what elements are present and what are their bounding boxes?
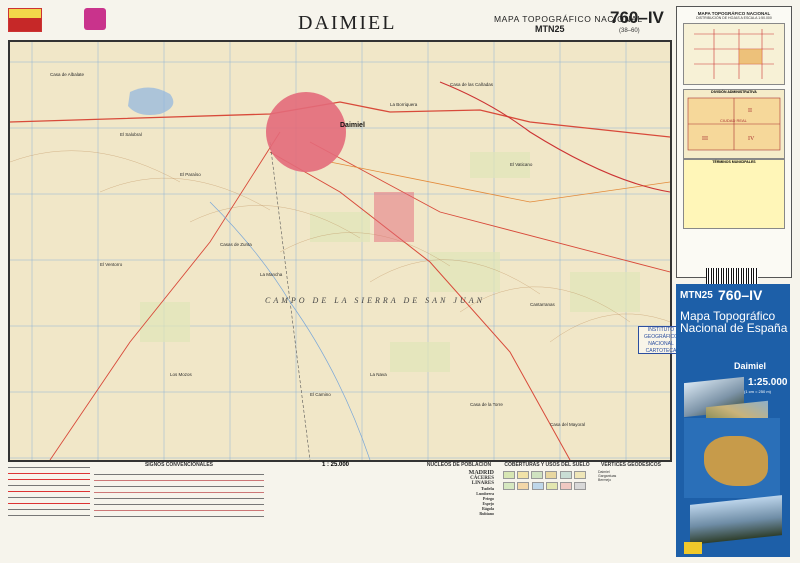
map-legend: SIGNOS CONVENCIONALES 1 : 25.000 NÚCLEOS… <box>8 462 668 558</box>
legend-signs: SIGNOS CONVENCIONALES <box>94 462 264 552</box>
cover-panel: MTN25 760–IV Mapa Topográfico Nacional d… <box>676 284 790 557</box>
field-patch <box>140 302 190 342</box>
place-label: Casas de Zurita <box>220 242 252 247</box>
index-panel: MAPA TOPOGRÁFICO NACIONAL DISTRIBUCIÓN D… <box>676 6 792 278</box>
field-patch <box>390 342 450 372</box>
place-label: Los Mozos <box>170 372 192 377</box>
legend-roads <box>8 462 90 552</box>
field-patch <box>430 252 500 292</box>
map-canvas <box>10 42 670 460</box>
index-subtitle: DISTRIBUCIÓN DE HOJAS A ESCALA 1:50.000 <box>696 16 772 20</box>
place-label: La Mancha <box>260 272 283 277</box>
barcode <box>706 268 758 284</box>
map-background <box>10 42 670 460</box>
signs-title: SIGNOS CONVENCIONALES <box>144 462 214 468</box>
place-label: El Camino <box>310 392 331 397</box>
place-label: La Nava <box>370 372 387 377</box>
sheet-number: 760–IV <box>610 8 664 27</box>
series-code: MTN25 <box>535 24 565 34</box>
legend-vertices: VÉRTICES GEODÉSICOS Daimiel Gargantuas B… <box>598 462 664 552</box>
cover-location: Daimiel <box>734 361 767 371</box>
place-label: El Paraíso <box>180 172 201 177</box>
admin-division-map: DIVISIÓN ADMINISTRATIVA II III IV CIUDAD… <box>683 89 785 159</box>
cover-title: Mapa Topográfico Nacional de España <box>680 309 788 335</box>
town-urban-area <box>266 92 346 172</box>
map-sheet: DAIMIEL MAPA TOPOGRÁFICO NACIONAL MTN25 … <box>0 0 800 563</box>
cover-scale-note: (1 cm = 250 m) <box>744 389 772 394</box>
svg-text:IV: IV <box>748 136 755 142</box>
municipal-terms-map: TÉRMINOS MUNICIPALES <box>683 159 785 229</box>
place-label: El Ventorro <box>100 262 123 267</box>
institution-logos <box>8 8 106 32</box>
vertex-name: Bermejo <box>598 478 612 482</box>
place-label: Casa del Mayoral <box>550 422 586 427</box>
place-label: Cantarranas <box>530 302 555 307</box>
place-label: El Salobral <box>120 132 142 137</box>
legend-land-cover: COBERTURAS Y USOS DEL SUELO <box>502 462 592 552</box>
legend-scale: 1 : 25.000 <box>322 462 350 468</box>
government-crest-icon <box>684 542 702 554</box>
legend-nucleos: NÚCLEOS DE POBLACIÓN MADRID CÁCERES LINA… <box>424 462 494 552</box>
index-distribution-map <box>683 23 785 85</box>
municipal-title: TÉRMINOS MUNICIPALES <box>712 160 756 164</box>
map-title: DAIMIEL <box>298 12 397 34</box>
place-label: El Vaticano <box>510 162 533 167</box>
place-label: La Borriquera <box>390 102 418 107</box>
spain-map-image <box>684 418 780 498</box>
land-cover-title: COBERTURAS Y USOS DEL SUELO <box>504 462 590 468</box>
industrial-area <box>374 192 414 242</box>
cover-series: MTN25 <box>680 290 713 301</box>
svg-text:III: III <box>702 136 708 142</box>
svg-text:CIUDAD REAL: CIUDAD REAL <box>720 118 748 123</box>
cover-number: 760–IV <box>718 287 763 303</box>
cover-scale: 1:25.000 <box>748 377 788 388</box>
ign-logo-icon <box>84 8 106 30</box>
place-label: Casa de las Cañadas <box>450 82 494 87</box>
topographic-map[interactable]: Daimiel CAMPO DE LA SIERRA DE SAN JUAN C… <box>8 40 672 462</box>
svg-text:II: II <box>748 108 752 114</box>
vertices-title: VÉRTICES GEODÉSICOS <box>600 462 661 468</box>
town-label: Daimiel <box>340 122 365 129</box>
ministry-logo <box>48 8 78 30</box>
region-label: CAMPO DE LA SIERRA DE SAN JUAN <box>265 296 485 305</box>
place-label: Casa de Albalate <box>50 72 85 77</box>
place-label: Casa de la Torre <box>470 402 503 407</box>
government-crest-icon <box>8 8 42 32</box>
nucleos-title: NÚCLEOS DE POBLACIÓN <box>426 462 492 468</box>
field-patch <box>310 212 370 242</box>
sheet-grid: (38–60) <box>619 28 640 34</box>
cover-photo <box>690 495 782 545</box>
nucleo-example: Rubiano <box>479 511 494 516</box>
